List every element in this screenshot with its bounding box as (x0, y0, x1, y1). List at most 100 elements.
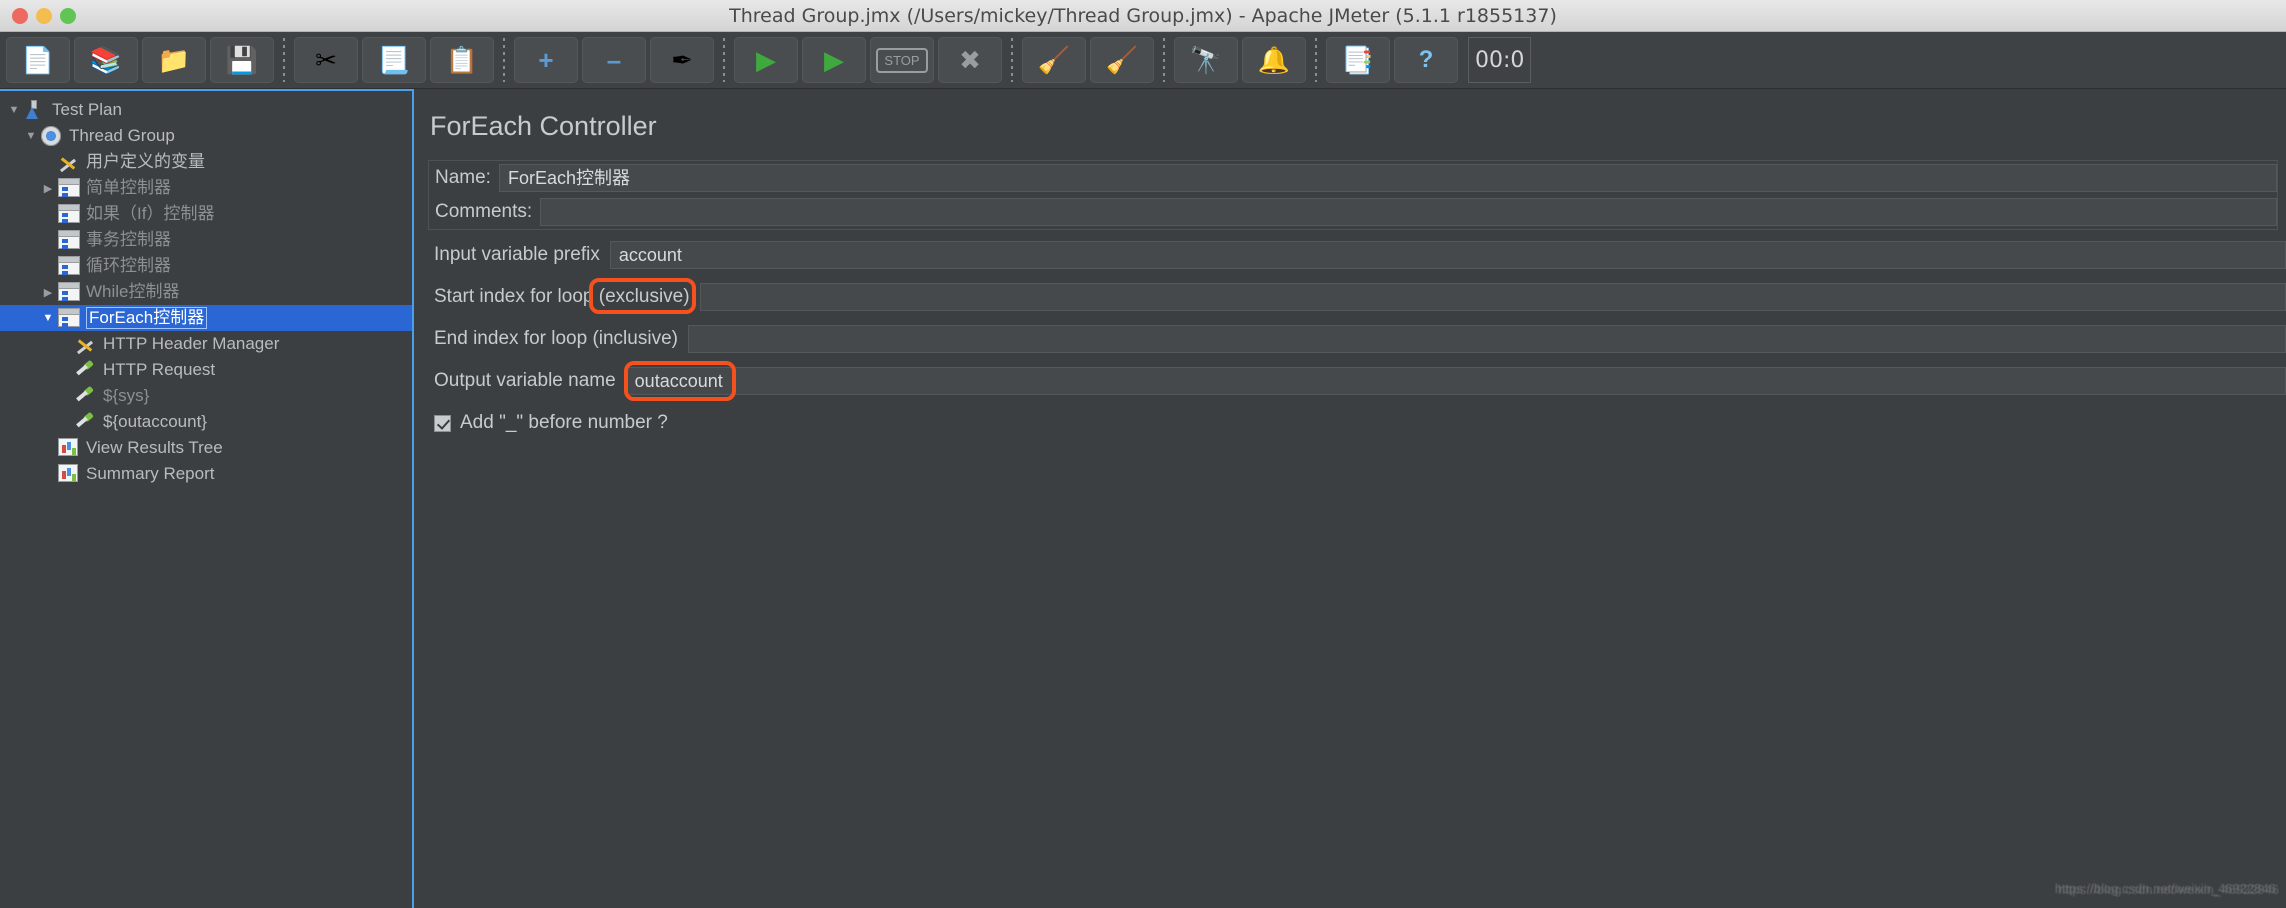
add-underscore-row[interactable]: Add "_" before number ? (428, 412, 2286, 434)
tree-item-label: 循环控制器 (86, 256, 171, 275)
tree-item-14[interactable]: Summary Report (0, 461, 412, 487)
chevron-right-icon[interactable]: ▶ (38, 286, 58, 299)
copy-button[interactable]: 📃 (362, 37, 426, 83)
watermark-text: https://blog.csdn.net/weixin_46922846 ht… (2055, 881, 2279, 897)
chevron-down-icon[interactable]: ▼ (4, 104, 24, 116)
tree-item-12[interactable]: ${outaccount} (0, 409, 412, 435)
tree-item-2[interactable]: 用户定义的变量 (0, 149, 412, 175)
copy-icon: 📃 (377, 45, 411, 75)
tree-item-11[interactable]: ${sys} (0, 383, 412, 409)
comments-input[interactable] (540, 198, 2277, 226)
pipette-icon-glyph (75, 360, 95, 380)
stop-icon: STOP (876, 47, 928, 73)
tree-item-8[interactable]: ▼ ForEach控制器 (0, 305, 412, 331)
save-disk-icon: 💾 (225, 45, 259, 75)
tree-item-5[interactable]: 事务控制器 (0, 227, 412, 253)
flask-icon (24, 100, 46, 120)
controller-icon (58, 204, 80, 224)
start-no-pauses-button[interactable]: ▶ (802, 37, 866, 83)
play-icon: ▶ (756, 45, 776, 75)
search-button[interactable]: 🔭 (1174, 37, 1238, 83)
output-var-input[interactable]: outaccount (625, 367, 2286, 395)
gear-icon (41, 126, 63, 146)
flask-icon-glyph (24, 100, 42, 120)
tree-item-7[interactable]: ▶ While控制器 (0, 279, 412, 305)
input-prefix-label: Input variable prefix (434, 244, 600, 265)
scissors-icon: ✂ (315, 45, 337, 75)
add-underscore-checkbox[interactable] (434, 414, 451, 432)
name-label: Name: (435, 167, 491, 188)
expand-all-button[interactable]: + (514, 37, 578, 83)
output-var-row: Output variable name outaccount (428, 364, 2286, 398)
start-index-label: Start index for loop (exclusive) (434, 286, 690, 307)
tree-item-9[interactable]: HTTP Header Manager (0, 331, 412, 357)
notepad-lines-icon: 📑 (1341, 45, 1375, 75)
chart-icon (58, 464, 80, 484)
help-button[interactable]: ? (1394, 37, 1458, 83)
tree-item-label: View Results Tree (86, 438, 223, 457)
wrench-icon-glyph (75, 334, 95, 354)
tree-item-label: 事务控制器 (86, 230, 171, 249)
tree-item-label: While控制器 (86, 282, 180, 301)
function-helper-button[interactable]: 📑 (1326, 37, 1390, 83)
start-index-input[interactable] (699, 283, 2286, 311)
open-folder-icon: 📁 (157, 45, 191, 75)
toggle-button[interactable]: ✒ (650, 37, 714, 83)
end-index-input[interactable] (687, 325, 2286, 353)
chevron-down-icon[interactable]: ▼ (38, 312, 58, 324)
chevron-right-icon[interactable]: ▶ (38, 182, 58, 195)
tree-item-1[interactable]: ▼ Thread Group (0, 123, 412, 149)
templates-icon: 📚 (89, 45, 123, 75)
cut-button[interactable]: ✂ (294, 37, 358, 83)
controller-icon-glyph (58, 204, 80, 223)
tree-item-label: Summary Report (86, 464, 215, 483)
new-button[interactable]: 📄 (6, 37, 70, 83)
window-title: Thread Group.jmx (/Users/mickey/Thread G… (729, 4, 1557, 27)
tree-item-13[interactable]: View Results Tree (0, 435, 412, 461)
controller-icon-glyph (58, 230, 80, 249)
wrench-icon (58, 152, 80, 172)
stop-button[interactable]: STOP (870, 37, 934, 83)
reset-search-button[interactable]: 🔔 (1242, 37, 1306, 83)
collapse-all-button[interactable]: – (582, 37, 646, 83)
paste-button[interactable]: 📋 (430, 37, 494, 83)
wrench-icon (75, 334, 97, 354)
controller-icon (58, 308, 80, 328)
toggle-pipette-icon: ✒ (671, 45, 693, 75)
shutdown-button[interactable]: ✖ (938, 37, 1002, 83)
templates-button[interactable]: 📚 (74, 37, 138, 83)
toolbar-separator (503, 38, 505, 82)
blue-question-book-icon: ? (1418, 46, 1434, 73)
toolbar-separator (723, 38, 725, 82)
tree-item-10[interactable]: HTTP Request (0, 357, 412, 383)
toolbar-separator (1315, 38, 1317, 82)
chart-icon-glyph (58, 464, 78, 482)
tree-item-4[interactable]: 如果（If）控制器 (0, 201, 412, 227)
open-button[interactable]: 📁 (142, 37, 206, 83)
chevron-down-icon[interactable]: ▼ (21, 130, 41, 142)
comments-row: Comments: (429, 195, 2277, 229)
test-plan-tree[interactable]: ▼ Test Plan ▼ Thread Group 用户定义的变量 ▶ 简单控制器 如果（I… (0, 89, 414, 908)
name-input[interactable]: ForEach控制器 (498, 164, 2277, 192)
start-index-row: Start index for loop (exclusive) (428, 280, 2286, 314)
main-area: ▼ Test Plan ▼ Thread Group 用户定义的变量 ▶ 简单控制器 如果（I… (0, 89, 2286, 908)
binoculars-icon: 🔭 (1189, 45, 1223, 75)
controller-icon (58, 178, 80, 198)
save-button[interactable]: 💾 (210, 37, 274, 83)
tree-item-3[interactable]: ▶ 简单控制器 (0, 175, 412, 201)
clear-all-button[interactable]: 🧹 (1090, 37, 1154, 83)
clear-button[interactable]: 🧹 (1022, 37, 1086, 83)
start-button[interactable]: ▶ (734, 37, 798, 83)
tree-item-label: HTTP Request (103, 360, 216, 379)
tree-item-0[interactable]: ▼ Test Plan (0, 97, 412, 123)
gear-broom-all-icon: 🧹 (1105, 45, 1139, 75)
controller-icon-glyph (58, 256, 80, 275)
tree-item-6[interactable]: 循环控制器 (0, 253, 412, 279)
tree-item-label: ForEach控制器 (86, 307, 208, 329)
chart-icon (58, 438, 80, 458)
shutdown-x-icon: ✖ (959, 45, 981, 75)
input-prefix-input[interactable]: account (609, 241, 2286, 269)
toolbar-separator (1163, 38, 1165, 82)
pipette-icon (75, 386, 97, 406)
controller-icon (58, 256, 80, 276)
